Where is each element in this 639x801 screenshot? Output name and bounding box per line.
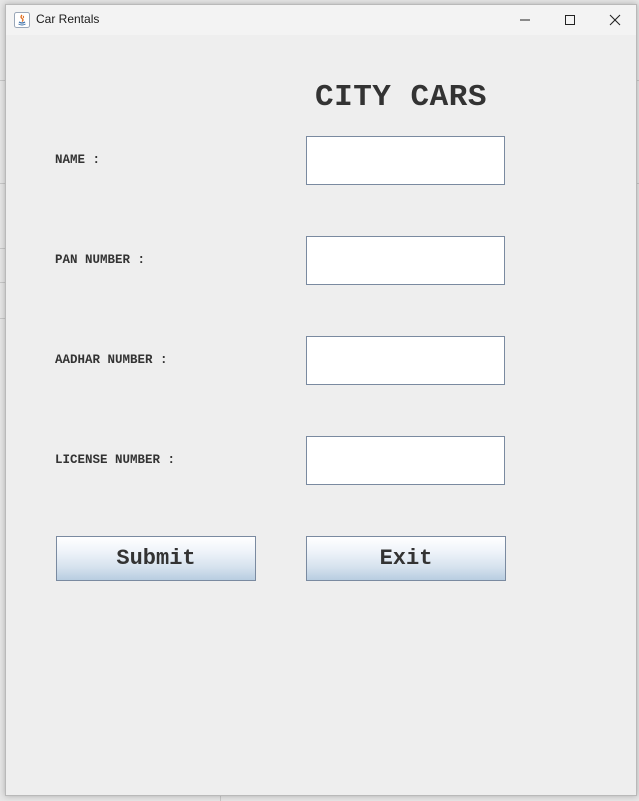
minimize-button[interactable] [502,5,548,35]
maximize-button[interactable] [547,5,593,35]
app-window: Car Rentals CITY CARS NAME : PAN NUMBER … [5,4,637,796]
background-divider [220,796,221,801]
close-icon [609,14,621,26]
title-bar[interactable]: Car Rentals [6,5,636,35]
name-field[interactable] [306,136,505,185]
name-label: NAME : [55,153,101,167]
pan-number-label: PAN NUMBER : [55,253,146,267]
java-app-icon [14,12,30,28]
aadhar-number-label: AADHAR NUMBER : [55,353,168,367]
close-button[interactable] [592,5,638,35]
maximize-icon [565,15,575,25]
license-number-label: LICENSE NUMBER : [55,453,176,467]
pan-number-field[interactable] [306,236,505,285]
minimize-icon [520,19,530,21]
exit-button[interactable]: Exit [306,536,506,581]
page-title: CITY CARS [315,80,487,115]
license-number-field[interactable] [306,436,505,485]
aadhar-number-field[interactable] [306,336,505,385]
submit-button[interactable]: Submit [56,536,256,581]
window-title: Car Rentals [36,12,100,26]
